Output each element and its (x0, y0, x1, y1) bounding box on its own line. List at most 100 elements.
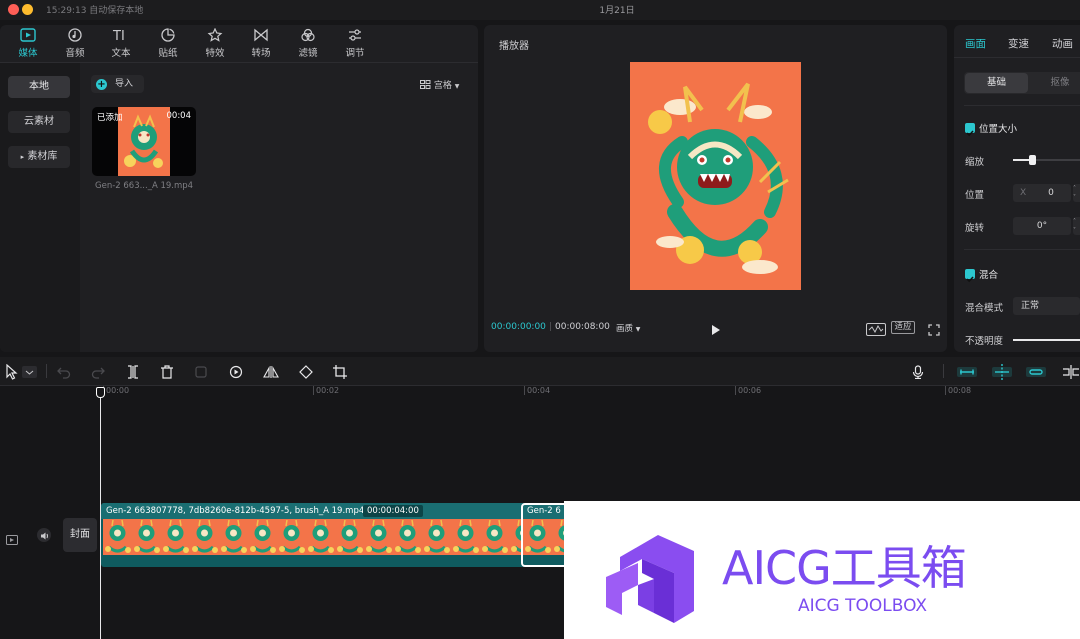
fit-button[interactable]: 适应 (891, 321, 915, 334)
position-x-value: 0 (1048, 188, 1054, 198)
tab-audio[interactable]: 音频 (55, 28, 95, 59)
segment-basic[interactable]: 基础 (965, 73, 1028, 93)
clip2-name: Gen-2 6 (527, 506, 561, 516)
fullscreen-button[interactable] (928, 321, 940, 340)
tab-transition-label: 转场 (251, 48, 271, 59)
blend-mode-label: 混合模式 (965, 303, 1004, 314)
split-icon (128, 365, 138, 379)
rotate-icon (299, 365, 313, 379)
auto-snap-button[interactable] (991, 364, 1013, 384)
sidebar-item-local[interactable]: 本地 (8, 76, 70, 98)
rotate-label: 旋转 (965, 223, 985, 234)
ruler-label-1: 00:02 (316, 386, 340, 395)
quality-label: 画质 (616, 324, 634, 334)
tab-adjust[interactable]: 调节 (335, 28, 375, 59)
cover-button[interactable]: 封面 (63, 518, 97, 552)
preview-axis-button[interactable] (1062, 364, 1080, 383)
tab-media[interactable]: 媒体 (8, 28, 48, 59)
ruler-tick (313, 386, 314, 395)
play-icon (712, 325, 720, 335)
tab-filter-label: 滤镜 (298, 48, 318, 59)
position-x-field[interactable]: X0 (1013, 184, 1071, 202)
ruler-label-4: 00:08 (948, 386, 972, 395)
clip1-name: Gen-2 663807778, 7db8260e-812b-4597-5, b… (106, 506, 365, 516)
track-visibility-icon (6, 535, 18, 545)
linkage-button[interactable] (1025, 364, 1047, 383)
ruler-label-3: 00:06 (738, 386, 762, 395)
reverse-play-icon (229, 365, 243, 379)
record-voice-button[interactable] (911, 364, 925, 383)
scale-slider-handle[interactable] (1029, 155, 1036, 165)
media-sidebar: 本地 云素材 ▸ 素材库 (0, 63, 80, 352)
playhead-handle[interactable] (96, 387, 105, 398)
undo-button[interactable] (57, 364, 71, 383)
main-track-magnet-button[interactable] (956, 364, 978, 383)
rotate-stepper[interactable]: ˄ ˅ (1073, 217, 1080, 235)
added-badge: 已添加 (97, 113, 123, 123)
section-divider (964, 105, 1080, 106)
delete-button[interactable] (160, 364, 174, 383)
redo-button[interactable] (91, 364, 105, 383)
position-size-checkbox[interactable] (965, 123, 975, 137)
split-button[interactable] (126, 364, 140, 383)
waveform-button[interactable] (866, 321, 886, 340)
tab-text-label: 文本 (111, 48, 131, 59)
tab-sticker-label: 贴纸 (158, 48, 178, 59)
adjust-icon (349, 29, 361, 41)
link-icon (1026, 367, 1046, 377)
tab-sticker[interactable]: 贴纸 (148, 28, 188, 59)
trash-icon (161, 365, 173, 379)
tab-transition[interactable]: 转场 (241, 28, 281, 59)
position-x-stepper[interactable]: ˄ ˅ (1073, 184, 1080, 202)
crop-icon (333, 365, 347, 379)
rotate-button[interactable] (298, 364, 314, 383)
track-mute-button[interactable] (37, 528, 51, 542)
ruler-label-0: 00:00 (106, 386, 130, 395)
crop-button[interactable] (333, 364, 347, 383)
player-title: 播放器 (499, 41, 529, 52)
tab-canvas[interactable]: 画面 (965, 36, 986, 51)
opacity-slider[interactable] (1013, 339, 1080, 341)
tab-text[interactable]: TI 文本 (101, 28, 141, 59)
view-mode-dropdown[interactable]: 宫格 ▼ (420, 78, 459, 91)
sidebar-item-library[interactable]: ▸ 素材库 (8, 146, 70, 168)
position-label: 位置 (965, 190, 985, 201)
tab-filter[interactable]: 滤镜 (288, 28, 328, 59)
aicg-logo-icon (606, 535, 694, 623)
blend-checkbox[interactable] (965, 269, 975, 283)
blend-mode-select[interactable]: 正常 (1013, 297, 1080, 315)
playhead-line[interactable] (100, 394, 101, 639)
magnet-link-icon (957, 367, 977, 377)
check-icon (966, 130, 974, 137)
current-time: 00:00:00:00 (491, 322, 546, 332)
transition-icon (254, 28, 268, 42)
undo-icon (57, 367, 71, 379)
tab-effects[interactable]: 特效 (195, 28, 235, 59)
mirror-button[interactable] (263, 364, 279, 383)
tab-animation[interactable]: 动画 (1052, 36, 1073, 51)
blend-title: 混合 (979, 270, 999, 281)
video-preview[interactable] (630, 62, 801, 290)
audio-icon (68, 28, 82, 42)
quality-dropdown[interactable]: 画质 ▼ (616, 322, 640, 334)
reverse-button[interactable] (229, 364, 243, 383)
dragon-artwork (648, 82, 789, 274)
scale-label: 缩放 (965, 157, 985, 168)
grid-icon (420, 80, 431, 89)
sidebar-item-cloud[interactable]: 云素材 (8, 111, 70, 133)
rotate-field[interactable]: 0° (1013, 217, 1071, 235)
clip-duration: 00:04 (166, 111, 192, 121)
segment-cutout[interactable]: 抠像 (1030, 73, 1080, 93)
tab-media-label: 媒体 (18, 48, 38, 59)
watermark-subtitle: AICG TOOLBOX (798, 596, 928, 616)
play-button[interactable] (709, 321, 721, 340)
tab-speed[interactable]: 变速 (1008, 36, 1029, 51)
caret-down-icon: ▼ (454, 83, 460, 90)
select-tool-button[interactable] (5, 363, 39, 384)
snap-icon (992, 364, 1012, 380)
media-clip-thumbnail[interactable]: 已添加 00:04 (92, 107, 196, 176)
waveform-icon (866, 323, 886, 336)
track-hide-button[interactable] (6, 530, 18, 549)
check-icon (966, 276, 974, 283)
freeze-button[interactable] (194, 364, 208, 383)
